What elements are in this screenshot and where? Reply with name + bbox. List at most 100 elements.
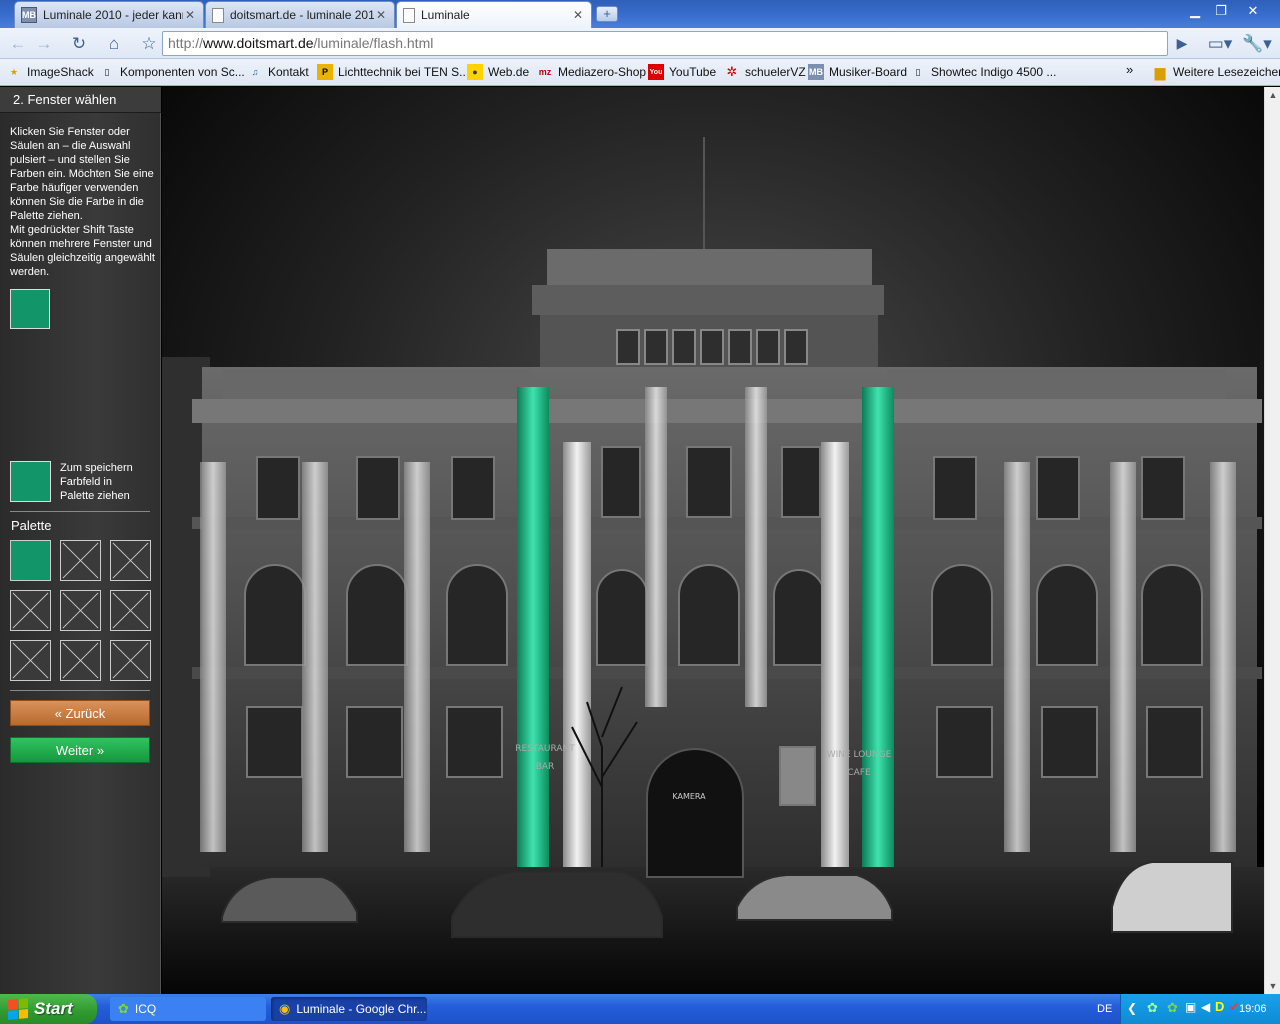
configurator-panel: 2. Fenster wählen Klicken Sie Fenster od… (0, 87, 161, 994)
taskbar-item-chrome[interactable]: ◉ Luminale - Google Chr... (271, 997, 427, 1021)
bookmark-musiker-board[interactable]: MB Musiker-Board (808, 63, 907, 81)
empty-slot-cross-icon (112, 642, 149, 679)
wrench-menu-icon[interactable]: 🔧▾ (1242, 32, 1272, 56)
sign-kamera: KAMERA (672, 792, 706, 801)
minimize-window-button[interactable]: ▁ (1184, 2, 1206, 20)
bookmark-imageshack[interactable]: ★ ImageShack (6, 63, 94, 81)
ten-logo-icon: P (317, 64, 333, 80)
bookmark-webde[interactable]: ● Web.de (467, 63, 529, 81)
go-arrow-icon[interactable]: ▶ (1172, 33, 1192, 53)
language-indicator[interactable]: DE (1097, 1003, 1112, 1015)
attic-windows (616, 329, 808, 365)
taskbar-item-label: ICQ (134, 1002, 157, 1016)
address-bar[interactable]: http://www.doitsmart.de/luminale/flash.h… (162, 31, 1168, 56)
tray-expand-icon[interactable]: ❮ (1127, 1001, 1137, 1015)
vertical-scrollbar[interactable]: ▲ ▼ (1264, 87, 1280, 994)
bookmark-label: Komponenten von Sc... (120, 65, 245, 79)
imageshack-icon: ★ (9, 66, 19, 77)
tab-luminale-active[interactable]: Luminale ✕ (396, 1, 592, 28)
back-arrow-icon[interactable]: ← (6, 32, 30, 56)
bookmark-label: Kontakt (268, 65, 309, 79)
tab-label: Luminale 2010 - jeder kann... (43, 8, 183, 22)
palette-slot-empty[interactable] (110, 590, 151, 631)
more-bookmarks-chevron-icon[interactable]: » (1126, 62, 1133, 77)
panel-title: 2. Fenster wählen (0, 87, 161, 113)
bookmark-label: Web.de (488, 65, 530, 79)
mz-icon: mz (538, 67, 552, 77)
empty-slot-cross-icon (112, 542, 149, 579)
new-tab-button[interactable]: + (596, 6, 618, 22)
empty-slot-cross-icon (62, 642, 99, 679)
system-tray: ❮ ✿ ✿ ▣ ◀ D ✔ 19:06 (1120, 994, 1280, 1024)
palette-slot-empty[interactable] (110, 540, 151, 581)
palette-slot-empty[interactable] (10, 590, 51, 631)
palette-slot-empty[interactable] (110, 640, 151, 681)
url-host: www.doitsmart.de (203, 35, 314, 51)
bookmark-showtec[interactable]: ▯ Showtec Indigo 4500 ... (910, 63, 1057, 81)
page-favicon-icon (212, 7, 224, 23)
divider (10, 511, 150, 512)
building-stage: RESTAURANT BAR KAMERA WINE LOUNGE CAFE (162, 87, 1264, 994)
bookmark-komponenten[interactable]: ▯ Komponenten von Sc... (99, 63, 245, 81)
empty-slot-cross-icon (62, 542, 99, 579)
bookmark-label: Musiker-Board (829, 65, 908, 79)
bookmark-label: Lichttechnik bei TEN S... (338, 65, 470, 79)
page-menu-icon[interactable]: ▭▾ (1205, 32, 1235, 56)
palette-slot-empty[interactable] (60, 590, 101, 631)
back-button[interactable]: « Zurück (10, 700, 150, 726)
reload-icon[interactable]: ↻ (67, 32, 91, 56)
close-window-button[interactable]: ✕ (1242, 2, 1264, 20)
column-green-right[interactable] (862, 387, 894, 867)
column-green-left[interactable] (517, 387, 549, 867)
sign-cafe: CAFE (847, 768, 871, 778)
tab-luminale-2010[interactable]: MB Luminale 2010 - jeder kann... ✕ (14, 1, 204, 28)
palette-slot-filled[interactable] (10, 540, 51, 581)
display-icon[interactable]: ▣ (1185, 1000, 1196, 1014)
clock[interactable]: 19:06 (1239, 1003, 1267, 1015)
sign-restaurant: RESTAURANT (515, 744, 575, 754)
palette-slot-empty[interactable] (10, 640, 51, 681)
empty-slot-cross-icon (62, 592, 99, 629)
next-button[interactable]: Weiter » (10, 737, 150, 763)
save-hint-text: Zum speichern Farbfeld in Palette ziehen (60, 462, 133, 502)
close-tab-icon[interactable]: ✕ (183, 8, 197, 22)
other-bookmarks-folder[interactable]: ▆ Weitere Lesezeichen (1152, 63, 1280, 81)
forward-arrow-icon[interactable]: → (32, 32, 56, 56)
tab-label: Luminale (421, 8, 470, 22)
taskbar-item-icq[interactable]: ✿ ICQ (110, 997, 266, 1021)
close-tab-icon[interactable]: ✕ (571, 8, 585, 22)
browser-toolbar: ← → ↻ ⌂ ☆ http://www.doitsmart.de/lumina… (0, 28, 1280, 59)
tab-doitsmart[interactable]: doitsmart.de - luminale 201... ✕ (205, 1, 395, 28)
bookmark-label: Weitere Lesezeichen (1173, 65, 1280, 79)
icq-tray-icon[interactable]: ✿ (1167, 1000, 1178, 1016)
url-path: /luminale/flash.html (313, 35, 434, 51)
tab-label: doitsmart.de - luminale 201... (230, 8, 374, 22)
bookmark-mediazero[interactable]: mz Mediazero-Shop (537, 63, 646, 81)
bookmark-label: ImageShack (27, 65, 94, 79)
webde-icon: ● (467, 64, 483, 80)
volume-icon[interactable]: ◀ (1201, 1000, 1210, 1014)
bookmark-youtube[interactable]: You YouTube (648, 63, 716, 81)
sign-bar: BAR (536, 762, 555, 772)
bookmark-star-icon[interactable]: ☆ (137, 32, 161, 56)
network-icon[interactable]: ✿ (1147, 1000, 1158, 1016)
scroll-down-arrow-icon[interactable]: ▼ (1267, 980, 1279, 992)
restore-window-button[interactable]: ❐ (1210, 2, 1232, 20)
bookmark-schuelervz[interactable]: ✲ schuelerVZ (724, 63, 806, 81)
bookmark-kontakt[interactable]: ♫ Kontakt (247, 63, 309, 81)
screen: MB Luminale 2010 - jeder kann... ✕ doits… (0, 0, 1280, 1024)
palette-title: Palette (11, 518, 52, 533)
home-icon[interactable]: ⌂ (102, 32, 126, 56)
palette-slot-empty[interactable] (60, 540, 101, 581)
bookmark-lichttechnik[interactable]: P Lichttechnik bei TEN S... (317, 63, 469, 81)
bookmark-label: schuelerVZ (745, 65, 806, 79)
save-color-swatch[interactable] (10, 461, 51, 502)
start-button[interactable]: Start (0, 994, 97, 1024)
youtube-icon: You (648, 64, 664, 80)
scroll-up-arrow-icon[interactable]: ▲ (1267, 89, 1279, 101)
current-color-picker[interactable] (10, 289, 50, 329)
close-tab-icon[interactable]: ✕ (374, 8, 388, 22)
empty-slot-cross-icon (112, 592, 149, 629)
d-tray-icon[interactable]: D (1215, 999, 1224, 1014)
palette-slot-empty[interactable] (60, 640, 101, 681)
